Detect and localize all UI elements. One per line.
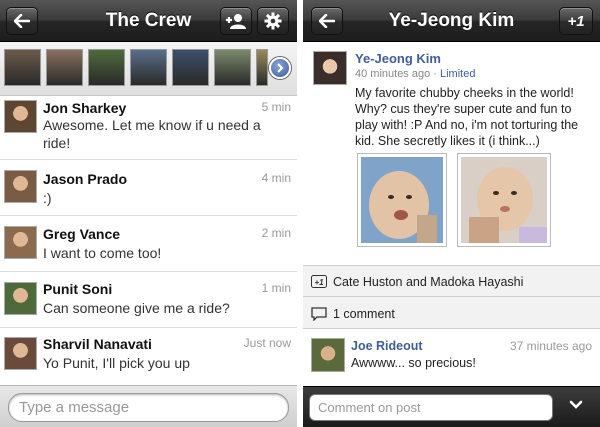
member-avatar[interactable] — [256, 49, 268, 86]
sender-name: Sharvil Nanavati — [43, 336, 152, 352]
message-time: 4 min — [261, 171, 291, 185]
post-photo[interactable] — [357, 153, 447, 247]
chevron-right-icon — [277, 63, 284, 73]
member-avatar[interactable] — [172, 49, 209, 86]
member-avatar[interactable] — [214, 49, 251, 86]
author-avatar[interactable] — [313, 51, 347, 85]
message-text: Can someone give me a ride? — [43, 300, 230, 316]
back-button[interactable] — [6, 7, 38, 35]
gear-icon — [264, 12, 282, 30]
plus-ones-text: Cate Huston and Madoka Hayashi — [333, 275, 524, 289]
message-time: 1 min — [261, 281, 291, 295]
avatar — [4, 282, 37, 315]
comment-icon — [311, 307, 327, 321]
comment-text: Awwww... so precious! — [351, 356, 476, 370]
avatar — [4, 170, 37, 203]
back-button[interactable] — [311, 7, 343, 35]
member-avatar-strip — [0, 42, 297, 96]
plus-ones-row[interactable]: +1 Cate Huston and Madoka Hayashi — [303, 265, 600, 296]
post-topbar: Ye-Jeong Kim +1 — [303, 0, 600, 42]
avatar — [4, 337, 37, 370]
message-time: 2 min — [261, 226, 291, 240]
avatar — [4, 100, 37, 133]
member-avatar[interactable] — [46, 49, 83, 86]
page-title: Ye-Jeong Kim — [388, 10, 515, 31]
visibility-link[interactable]: Limited — [440, 68, 475, 80]
plus-one-icon: +1 — [311, 275, 327, 288]
back-arrow-icon — [319, 14, 335, 28]
page-title: The Crew — [105, 10, 192, 31]
post-text: My favorite chubby cheeks in the world! … — [355, 86, 579, 148]
post-meta: 40 minutes ago · Limited — [355, 68, 475, 80]
post-author[interactable]: Ye-Jeong Kim — [355, 51, 441, 66]
message-item[interactable]: Jason Prado 4 min :) — [0, 160, 297, 216]
member-avatar[interactable] — [4, 49, 41, 86]
member-avatar[interactable] — [130, 49, 167, 86]
message-time: Just now — [243, 336, 291, 350]
settings-button[interactable] — [257, 7, 289, 35]
post-time: 40 minutes ago — [355, 68, 431, 80]
member-avatar[interactable] — [88, 49, 125, 86]
message-input[interactable]: Type a message — [8, 393, 289, 422]
plus-one-button[interactable]: +1 — [559, 7, 593, 35]
chevron-down-icon[interactable] — [569, 400, 583, 410]
composer-bar: Type a message — [0, 385, 297, 427]
post-photo[interactable] — [457, 153, 551, 247]
more-members-button[interactable] — [269, 57, 291, 79]
comment-bar: Comment on post — [303, 386, 600, 427]
message-text: Yo Punit, I'll pick you up — [43, 355, 190, 371]
baby-photo-1 — [361, 157, 443, 243]
message-item[interactable]: Jon Sharkey 5 min Awesome. Let me know i… — [0, 96, 297, 160]
baby-photo-2 — [461, 157, 547, 243]
sender-name: Greg Vance — [43, 226, 121, 242]
message-item[interactable]: Greg Vance 2 min I want to come too! — [0, 216, 297, 272]
add-person-icon — [226, 14, 246, 29]
post-detail-screen: Ye-Jeong Kim +1 Ye-Jeong Kim 40 minutes … — [303, 0, 600, 427]
svg-text:+1: +1 — [314, 278, 324, 287]
message-item[interactable]: Punit Soni 1 min Can someone give me a r… — [0, 272, 297, 328]
message-item[interactable]: Sharvil Nanavati Just now Yo Punit, I'll… — [0, 328, 297, 385]
comments-count: 1 comment — [333, 307, 395, 321]
message-text: Awesome. Let me know if u need a ride! — [43, 117, 261, 151]
sender-name: Punit Soni — [43, 281, 113, 297]
avatar — [4, 226, 37, 259]
sender-name: Jon Sharkey — [43, 100, 127, 116]
comment-input[interactable]: Comment on post — [309, 394, 553, 421]
crew-topbar: The Crew — [0, 0, 297, 42]
commenter-avatar[interactable] — [311, 338, 345, 372]
crew-chat-screen: The Crew Jon Sharkey 5 min Awesome. Let … — [0, 0, 297, 427]
message-text: I want to come too! — [43, 245, 162, 261]
comment-author[interactable]: Joe Rideout — [351, 339, 423, 353]
back-arrow-icon — [14, 14, 30, 28]
add-person-button[interactable] — [220, 7, 252, 35]
comment-time: 37 minutes ago — [509, 339, 592, 353]
message-time: 5 min — [261, 100, 291, 114]
comments-count-row[interactable]: 1 comment — [303, 296, 600, 328]
message-text: :) — [43, 190, 52, 206]
sender-name: Jason Prado — [43, 171, 128, 187]
meta-separator: · — [430, 68, 440, 80]
